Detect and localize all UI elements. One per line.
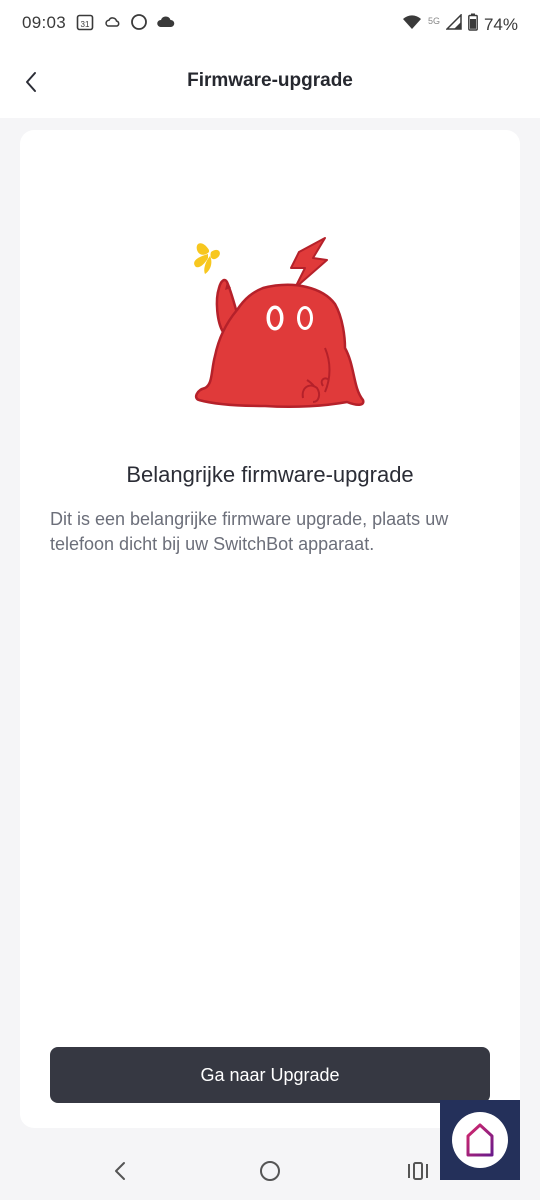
floating-app-shortcut[interactable] <box>440 1100 520 1180</box>
butterfly-icon <box>194 243 220 274</box>
nav-home-button[interactable] <box>250 1156 290 1186</box>
content-card: Belangrijke firmware-upgrade Dit is een … <box>20 130 520 1128</box>
house-app-icon <box>452 1112 508 1168</box>
wifi-icon <box>402 14 422 35</box>
nav-recents-icon <box>408 1162 428 1180</box>
weather-icon <box>104 13 122 36</box>
nav-back-icon <box>115 1162 125 1180</box>
battery-level: 74% <box>483 14 518 34</box>
go-to-upgrade-button[interactable]: Ga naar Upgrade <box>50 1047 490 1103</box>
page-title: Firmware-upgrade <box>187 70 353 91</box>
signal-icon <box>445 13 462 35</box>
nav-home-icon <box>260 1161 280 1181</box>
upgrade-description: Dit is een belangrijke firmware upgrade,… <box>50 509 449 554</box>
calendar-icon: 31 <box>76 13 94 36</box>
status-bar: 09:03 31 5G 74% <box>0 0 540 46</box>
upgrade-heading: Belangrijke firmware-upgrade <box>126 462 414 487</box>
svg-text:31: 31 <box>81 20 90 29</box>
cloud-icon <box>156 13 176 36</box>
network-label: 5G <box>427 15 440 26</box>
mascot-illustration <box>175 230 365 425</box>
battery-icon <box>468 13 478 36</box>
nav-back-button[interactable] <box>100 1156 140 1186</box>
status-time: 09:03 <box>22 13 67 32</box>
circle-status-icon <box>130 13 148 36</box>
top-app-bar: Firmware-upgrade <box>0 46 540 118</box>
nav-recents-button[interactable] <box>398 1156 438 1186</box>
